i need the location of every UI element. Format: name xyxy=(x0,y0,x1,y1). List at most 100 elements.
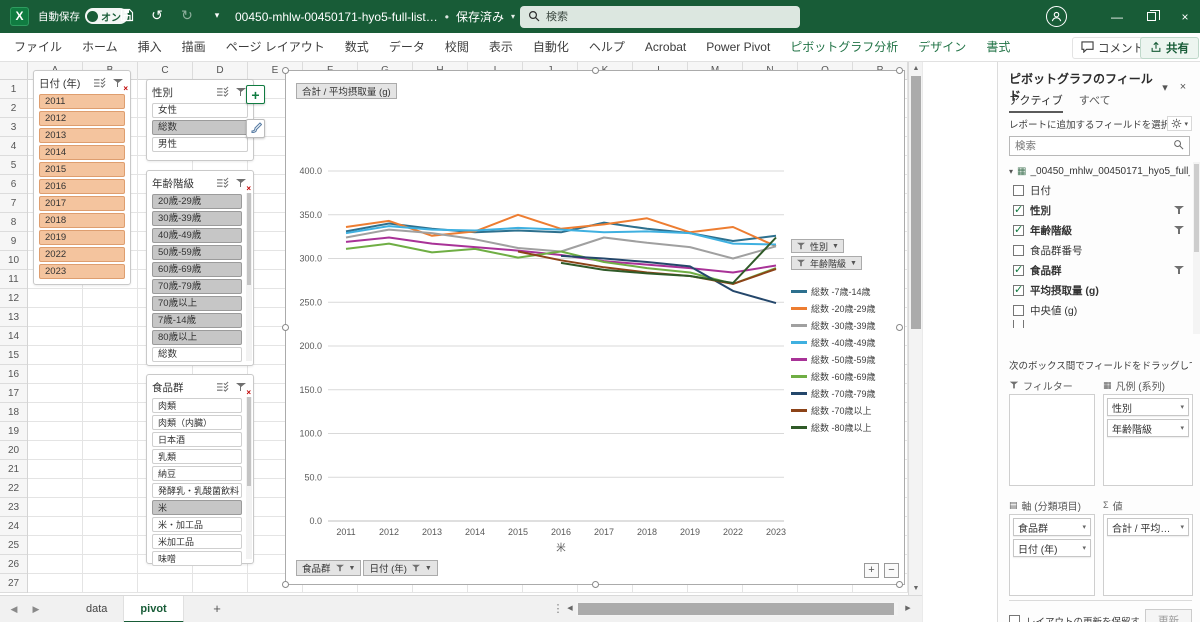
scroll-down-icon[interactable]: ▼ xyxy=(909,582,923,595)
row-header[interactable]: 9 xyxy=(0,232,27,251)
chart-resize-handle[interactable] xyxy=(896,581,903,588)
slicer-item[interactable]: 発酵乳・乳酸菌飲料 xyxy=(152,483,242,498)
field-checkbox[interactable] xyxy=(1013,285,1024,296)
ribbon-tab[interactable]: デザイン xyxy=(908,33,976,61)
slicer-item[interactable]: 米 xyxy=(152,500,242,515)
ribbon-tab[interactable]: 自動化 xyxy=(523,33,579,61)
ribbon-tab[interactable]: 書式 xyxy=(976,33,1020,61)
legend-item[interactable]: 総数 -80歳以上 xyxy=(791,419,903,436)
area-field-pill[interactable]: 性別▾ xyxy=(1107,398,1189,416)
slicer-date[interactable]: 日付 (年) × 2011201220132014201520162017201… xyxy=(33,70,131,285)
pane-close-icon[interactable]: × xyxy=(1174,81,1192,93)
chart-resize-handle[interactable] xyxy=(896,67,903,74)
slicer-item[interactable]: 納豆 xyxy=(152,466,242,481)
series-line[interactable] xyxy=(346,238,776,273)
field-checkbox[interactable] xyxy=(1013,320,1024,328)
slicer-item[interactable]: 総数 xyxy=(152,347,242,362)
multiselect-icon[interactable] xyxy=(92,77,107,90)
row-header[interactable]: 5 xyxy=(0,156,27,175)
field-checkbox[interactable] xyxy=(1013,265,1024,276)
chart-resize-handle[interactable] xyxy=(282,581,289,588)
slicer-item[interactable]: 日本酒 xyxy=(152,432,242,447)
slicer-food[interactable]: 食品群 × 肉類肉類（内臓）日本酒乳類納豆発酵乳・乳酸菌飲料米米・加工品米加工品… xyxy=(146,374,254,564)
legend-area[interactable]: 性別▾年齢階級▾ xyxy=(1103,394,1193,486)
row-header[interactable]: 23 xyxy=(0,498,27,517)
select-all-corner[interactable] xyxy=(0,62,28,80)
slicer-item[interactable]: 2022 xyxy=(39,247,125,262)
chart-resize-handle[interactable] xyxy=(592,67,599,74)
undo-icon[interactable]: ↺ xyxy=(148,6,166,24)
excel-logo-icon[interactable]: X xyxy=(10,7,29,26)
tab-scroll-splitter[interactable]: ⋮ xyxy=(552,596,564,622)
sheet-tab[interactable]: pivot xyxy=(124,596,183,622)
ribbon-tab[interactable]: 描画 xyxy=(172,33,216,61)
chart-resize-handle[interactable] xyxy=(282,67,289,74)
minimize-button[interactable]: — xyxy=(1100,0,1134,33)
clear-filter-icon[interactable]: × xyxy=(233,177,248,190)
slicer-item[interactable]: 肉類 xyxy=(152,398,242,413)
pane-tab[interactable]: すべて xyxy=(1079,92,1111,113)
slicer-item[interactable]: 2019 xyxy=(39,230,125,245)
ribbon-tab[interactable]: ホーム xyxy=(72,33,128,61)
legend-field-button[interactable]: 年齢階級 ▼ xyxy=(791,256,862,270)
axis-field-button[interactable]: 日付 (年) ▼ xyxy=(363,560,437,576)
ribbon-tab[interactable]: ピボットグラフ分析 xyxy=(780,33,908,61)
slicer-item[interactable]: 60歳-69歳 xyxy=(152,262,242,277)
slicer-item[interactable]: 米・加工品 xyxy=(152,517,242,532)
slicer-item[interactable]: 男性 xyxy=(152,137,248,152)
scroll-left-icon[interactable]: ◀ xyxy=(564,602,576,616)
slicer-item[interactable]: 40歳-49歳 xyxy=(152,228,242,243)
slicer-item[interactable]: 2015 xyxy=(39,162,125,177)
row-header[interactable]: 14 xyxy=(0,327,27,346)
redo-icon[interactable]: ↻ xyxy=(178,6,196,24)
row-header[interactable]: 7 xyxy=(0,194,27,213)
slicer-item[interactable]: 味噌 xyxy=(152,551,242,566)
legend-item[interactable]: 総数 -60歳-69歳 xyxy=(791,368,903,385)
fields-search-input[interactable] xyxy=(1015,140,1173,152)
save-icon[interactable] xyxy=(118,6,136,24)
field-row[interactable]: 平均摂取量 (g) xyxy=(1009,280,1190,300)
row-header[interactable]: 3 xyxy=(0,118,27,137)
row-header[interactable]: 15 xyxy=(0,346,27,365)
slicer-item[interactable]: 女性 xyxy=(152,103,248,118)
row-header[interactable]: 4 xyxy=(0,137,27,156)
field-list-scrollbar[interactable] xyxy=(1193,162,1200,334)
title-dropdown-icon[interactable]: ▾ xyxy=(511,12,515,21)
pane-tab[interactable]: アクティブ xyxy=(1009,92,1063,113)
row-header[interactable]: 8 xyxy=(0,213,27,232)
slicer-item[interactable]: 70歳以上 xyxy=(152,296,242,311)
slicer-item[interactable]: 肉類（内臓） xyxy=(152,415,242,430)
ribbon-tab[interactable]: Acrobat xyxy=(635,33,696,61)
chart-resize-handle[interactable] xyxy=(282,324,289,331)
legend-item[interactable]: 総数 -70歳以上 xyxy=(791,402,903,419)
vertical-scroll-thumb[interactable] xyxy=(911,76,921,329)
clear-filter-icon[interactable]: × xyxy=(233,381,248,394)
ribbon-tab[interactable]: ファイル xyxy=(4,33,72,61)
row-header[interactable]: 11 xyxy=(0,270,27,289)
field-filter-icon[interactable] xyxy=(1174,225,1184,235)
slicer-item[interactable]: 2023 xyxy=(39,264,125,279)
field-checkbox[interactable] xyxy=(1013,185,1024,196)
slicer-item[interactable]: 7歳-14歳 xyxy=(152,313,242,328)
row-header[interactable]: 21 xyxy=(0,460,27,479)
field-row-partial[interactable] xyxy=(1009,320,1190,328)
field-filter-icon[interactable] xyxy=(1174,265,1184,275)
close-button[interactable]: × xyxy=(1168,0,1200,33)
row-header[interactable]: 2 xyxy=(0,99,27,118)
row-header[interactable]: 18 xyxy=(0,403,27,422)
table-node[interactable]: ▾ ▦ _00450_mhlw_00450171_hyo5_full_lis… xyxy=(1009,162,1190,180)
row-header[interactable]: 6 xyxy=(0,175,27,194)
field-checkbox[interactable] xyxy=(1013,205,1024,216)
ribbon-tab[interactable]: Power Pivot xyxy=(696,33,780,61)
value-field-button[interactable]: 合計 / 平均摂取量 (g) xyxy=(296,83,397,99)
slicer-item[interactable]: 2016 xyxy=(39,179,125,194)
row-header[interactable]: 17 xyxy=(0,384,27,403)
row-header[interactable]: 22 xyxy=(0,479,27,498)
slicer-item[interactable]: 2013 xyxy=(39,128,125,143)
values-area[interactable]: 合計 / 平均摂取量 (g)▾ xyxy=(1103,514,1193,596)
multiselect-icon[interactable] xyxy=(215,381,230,394)
legend-item[interactable]: 総数 -50歳-59歳 xyxy=(791,351,903,368)
filters-area[interactable] xyxy=(1009,394,1095,486)
sheet-nav-prev-icon[interactable]: ◀ xyxy=(4,596,24,622)
slicer-item[interactable]: 2011 xyxy=(39,94,125,109)
